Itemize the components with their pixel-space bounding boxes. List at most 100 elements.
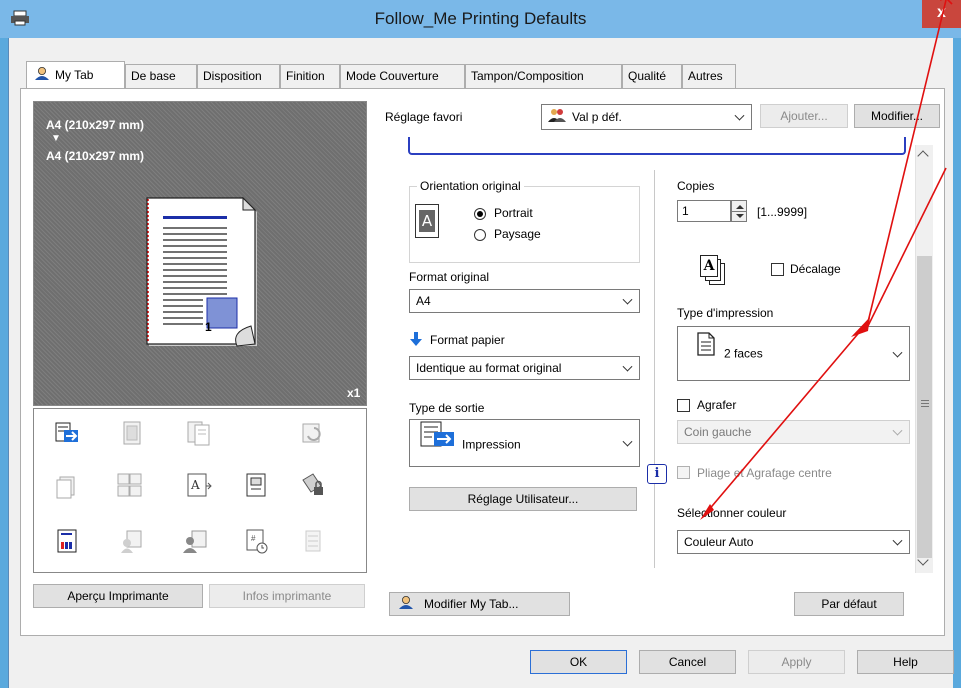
spin-down-icon[interactable] xyxy=(736,214,744,218)
copies-badge: x1 xyxy=(347,386,361,400)
booklet-icon[interactable] xyxy=(119,420,145,446)
offset-stack-icon: A xyxy=(699,255,729,287)
offset-label: Décalage xyxy=(790,262,841,276)
add-favorite-button[interactable]: Ajouter... xyxy=(760,104,848,128)
tab-my-tab[interactable]: My Tab xyxy=(26,61,125,89)
staple-label: Agrafer xyxy=(697,398,737,412)
numbered-page-icon[interactable]: # xyxy=(243,528,269,554)
multi-page-icon[interactable] xyxy=(117,472,143,498)
form-page-icon[interactable] xyxy=(243,472,269,498)
scrollbar-thumb[interactable] xyxy=(917,256,932,558)
paper-format-select[interactable]: Identique au format original xyxy=(409,356,640,380)
portrait-page-letter: A xyxy=(419,210,435,232)
default-button[interactable]: Par défaut xyxy=(794,592,904,616)
spinner-divider xyxy=(732,211,746,212)
chevron-down-icon xyxy=(622,361,633,372)
edit-my-tab-label: Modifier My Tab... xyxy=(424,597,519,611)
layout-pages-icon[interactable] xyxy=(186,420,212,446)
offset-checkbox[interactable] xyxy=(771,263,784,276)
tab-disposition[interactable]: Disposition xyxy=(197,64,280,88)
rotate-page-icon[interactable] xyxy=(300,420,326,446)
tab-qualite[interactable]: Qualité xyxy=(622,64,682,88)
tab-tampon-composition[interactable]: Tampon/Composition xyxy=(465,64,622,88)
window-title: Follow_Me Printing Defaults xyxy=(374,9,587,28)
color-value: Couleur Auto xyxy=(684,535,754,549)
chevron-down-icon xyxy=(622,294,633,305)
copies-spinner[interactable] xyxy=(731,200,747,222)
print-type-label: Type d'impression xyxy=(677,306,774,320)
scroll-up-icon[interactable] xyxy=(917,150,929,162)
printer-info-button[interactable]: Infos imprimante xyxy=(209,584,365,608)
cancel-button[interactable]: Cancel xyxy=(639,650,736,674)
user-icon xyxy=(34,63,50,89)
archive-icon[interactable] xyxy=(300,528,326,554)
output-type-value: Impression xyxy=(462,437,521,452)
user-print-icon[interactable] xyxy=(119,528,145,554)
copies-input[interactable]: 1 xyxy=(677,200,731,222)
info-icon[interactable]: i xyxy=(647,464,667,484)
help-button[interactable]: Help xyxy=(857,650,954,674)
apply-button[interactable]: Apply xyxy=(748,650,845,674)
portrait-label: Portrait xyxy=(494,206,533,220)
user-icon xyxy=(398,594,414,616)
staple-checkbox[interactable] xyxy=(677,399,690,412)
locked-print-icon[interactable] xyxy=(300,472,326,498)
text-page-icon[interactable]: A xyxy=(186,472,212,498)
portrait-radio[interactable] xyxy=(474,208,486,220)
stack-page-1: A xyxy=(700,255,718,277)
tab-de-base[interactable]: De base xyxy=(125,64,197,88)
output-type-select[interactable]: Impression xyxy=(409,419,640,467)
paper-size-original: A4 (210x297 mm) xyxy=(46,118,145,132)
color-select[interactable]: Couleur Auto xyxy=(677,530,910,554)
copies-range: [1...9999] xyxy=(757,205,808,219)
landscape-radio[interactable] xyxy=(474,229,486,241)
user-settings-button[interactable]: Réglage Utilisateur... xyxy=(409,487,637,511)
fold-staple-checkbox[interactable] xyxy=(677,466,690,479)
print-output-icon[interactable] xyxy=(54,420,80,446)
tab-mode-couverture[interactable]: Mode Couverture xyxy=(340,64,465,88)
paper-format-label: Format papier xyxy=(430,333,505,347)
tab-autres[interactable]: Autres xyxy=(682,64,736,88)
color-label: Sélectionner couleur xyxy=(677,506,787,520)
vertical-scrollbar[interactable] xyxy=(915,145,933,573)
original-format-label: Format original xyxy=(409,270,490,284)
original-format-select[interactable]: A4 xyxy=(409,289,640,313)
output-type-label: Type de sortie xyxy=(409,401,485,415)
users-icon xyxy=(548,106,566,130)
spin-up-icon[interactable] xyxy=(736,205,744,209)
ok-button[interactable]: OK xyxy=(530,650,627,674)
print-type-value: 2 faces xyxy=(724,346,763,361)
copies-label: Copies xyxy=(677,179,715,193)
staple-position-select[interactable]: Coin gauche xyxy=(677,420,910,444)
staple-position-value: Coin gauche xyxy=(684,425,752,439)
chevron-down-icon xyxy=(892,347,903,358)
users-group-icon[interactable] xyxy=(182,528,208,554)
close-button[interactable]: x xyxy=(922,0,961,28)
svg-text:#: # xyxy=(251,534,256,543)
tab-label: My Tab xyxy=(55,68,94,82)
print-type-select[interactable]: 2 faces xyxy=(677,326,910,381)
original-format-value: A4 xyxy=(416,294,431,308)
color-document-icon[interactable] xyxy=(54,528,80,554)
tab-finition[interactable]: Finition xyxy=(280,64,340,88)
chevron-down-icon xyxy=(892,425,903,436)
grip-icon xyxy=(921,400,929,401)
print-output-icon xyxy=(420,420,456,469)
highlight-frame xyxy=(408,137,906,155)
orientation-label: Orientation original xyxy=(417,179,524,193)
modify-favorite-button[interactable]: Modifier... xyxy=(854,104,940,128)
page-number: 1 xyxy=(205,320,212,334)
portrait-page-icon: A xyxy=(415,204,439,238)
copy-stack-icon[interactable] xyxy=(54,475,80,501)
arrow-down-icon xyxy=(410,332,422,346)
svg-text:A: A xyxy=(190,478,200,492)
paper-size-output: A4 (210x297 mm) xyxy=(46,149,145,163)
chevron-down-icon xyxy=(892,535,903,546)
favorites-select[interactable]: Val p déf. xyxy=(541,104,752,130)
edit-my-tab-button[interactable]: Modifier My Tab... xyxy=(389,592,570,616)
landscape-label: Paysage xyxy=(494,227,541,241)
chevron-down-icon xyxy=(622,436,633,447)
favorites-label: Réglage favori xyxy=(385,110,463,124)
duplex-page-icon xyxy=(696,327,716,380)
printer-view-button[interactable]: Aperçu Imprimante xyxy=(33,584,203,608)
